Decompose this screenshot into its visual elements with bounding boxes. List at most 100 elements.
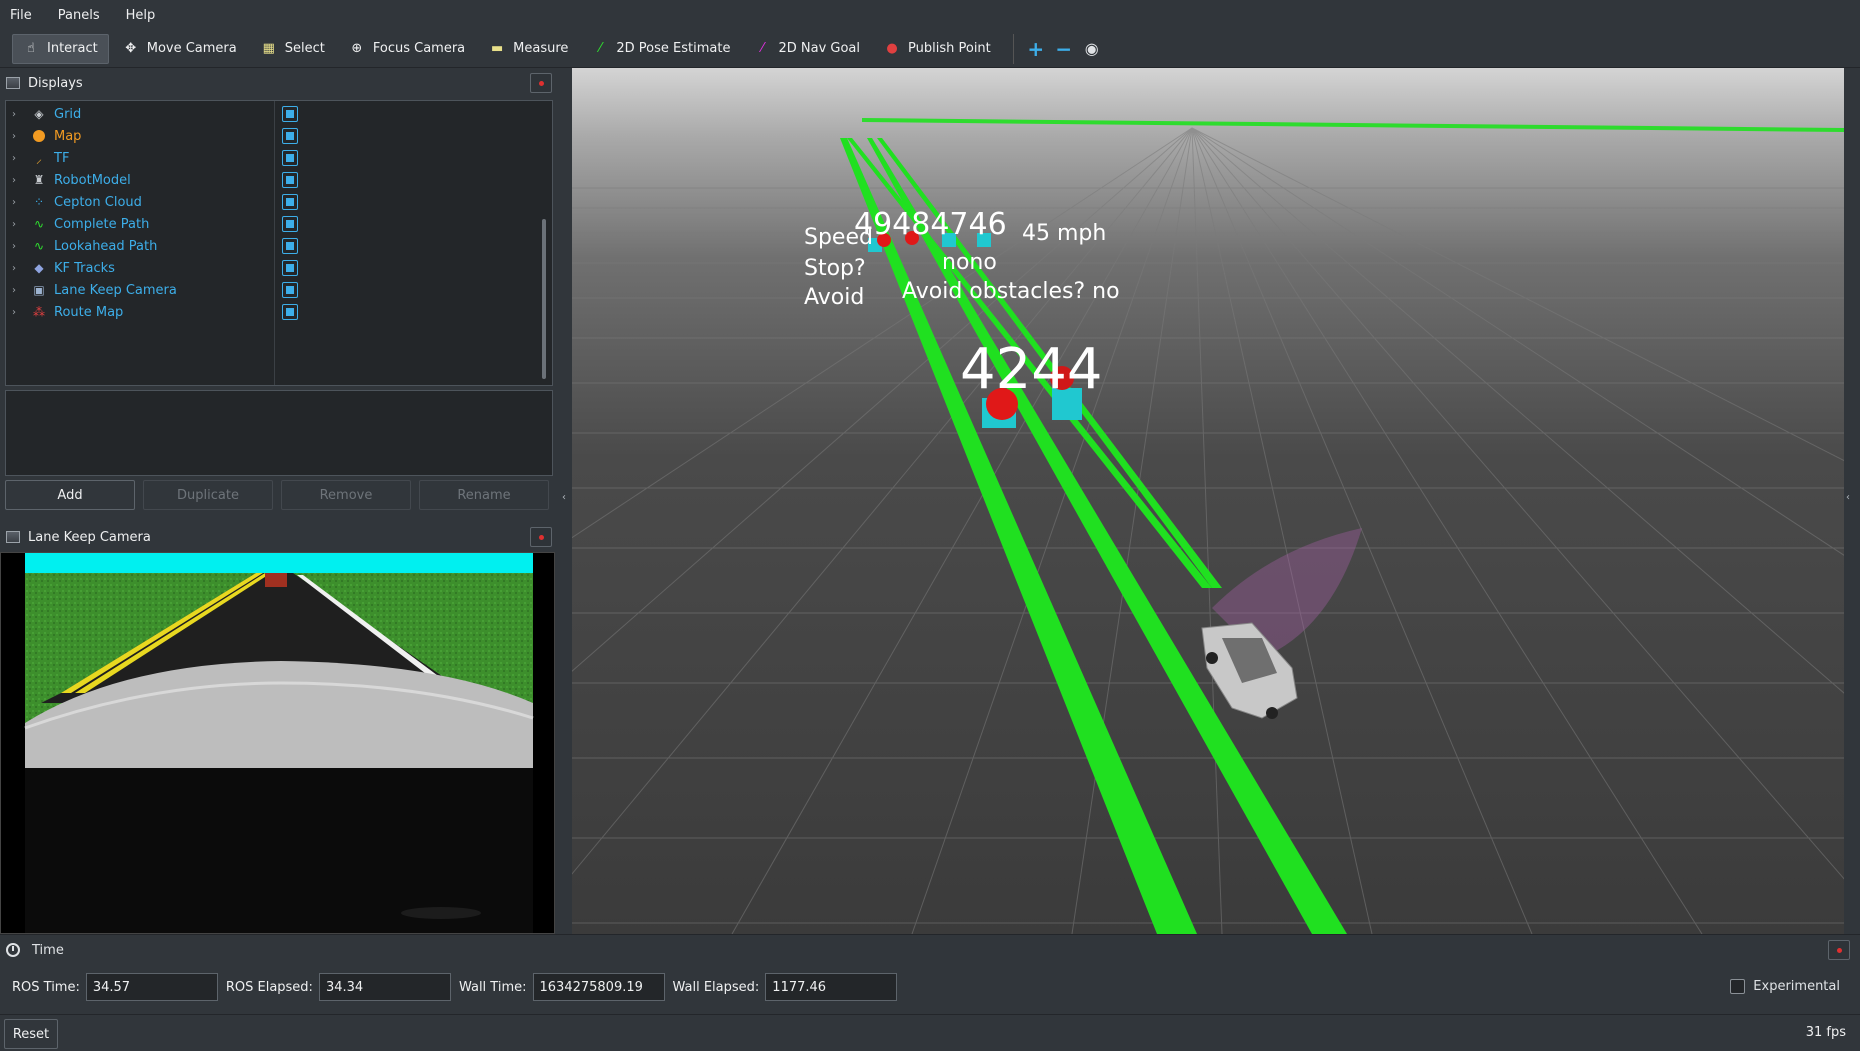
display-label: RobotModel <box>54 172 131 188</box>
reset-button[interactable]: Reset <box>4 1019 58 1049</box>
crosshair-icon: ⊕ <box>351 40 363 56</box>
remove-button[interactable]: Remove <box>281 480 411 510</box>
wall-elapsed-field[interactable]: 1177.46 <box>765 973 898 1001</box>
pose-estimate-tool[interactable]: ⁄ 2D Pose Estimate <box>582 34 740 64</box>
display-label: Grid <box>54 106 82 122</box>
display-checkbox[interactable] <box>282 128 298 144</box>
plus-icon[interactable]: + <box>1022 35 1050 63</box>
menu-file[interactable]: File <box>10 8 32 23</box>
magenta-arrow-icon: ⁄ <box>761 40 764 56</box>
avoid-value: Avoid obstacles? no <box>902 279 1120 304</box>
focus-camera-tool[interactable]: ⊕ Focus Camera <box>339 34 475 64</box>
display-checkbox[interactable] <box>282 150 298 166</box>
ros-time-label: ROS Time: <box>12 979 80 995</box>
expand-arrow-icon[interactable]: › <box>12 263 22 274</box>
viewport-render: 4244 49484746 Speed 45 mph Stop? nono Av… <box>572 68 1844 934</box>
publish-point-label: Publish Point <box>908 41 991 56</box>
display-label: Lookahead Path <box>54 238 158 254</box>
grid-icon: ◈ <box>34 107 44 121</box>
wall-elapsed-label: Wall Elapsed: <box>672 979 760 995</box>
display-checkbox[interactable] <box>282 194 298 210</box>
experimental-label: Experimental <box>1753 979 1840 994</box>
eye-icon[interactable]: ◉ <box>1078 35 1106 63</box>
left-dock: Displays › ◈ Grid › Map › ⸝ TF › ♜ Robot… <box>0 68 560 934</box>
measure-tool[interactable]: ▬ Measure <box>479 34 578 64</box>
expand-arrow-icon[interactable]: › <box>12 307 22 318</box>
camera-close-button[interactable] <box>530 527 552 547</box>
expand-arrow-icon[interactable]: › <box>12 241 22 252</box>
display-checkbox[interactable] <box>282 260 298 276</box>
track-id-far: 49484746 <box>854 207 1007 242</box>
green-arrow-icon: ⁄ <box>599 40 602 56</box>
display-checkbox[interactable] <box>282 216 298 232</box>
display-item-route-map[interactable]: › ⁂ Route Map <box>6 299 536 325</box>
stop-value: nono <box>942 250 997 275</box>
display-checkbox[interactable] <box>282 106 298 122</box>
interact-label: Interact <box>47 41 98 56</box>
time-panel: Time ROS Time: 34.57 ROS Elapsed: 34.34 … <box>0 934 1860 1014</box>
menu-help[interactable]: Help <box>126 8 156 23</box>
select-icon: ▦ <box>262 40 275 56</box>
expand-arrow-icon[interactable]: › <box>12 197 22 208</box>
hand-icon: ☝ <box>27 40 35 56</box>
move-camera-label: Move Camera <box>146 41 237 56</box>
time-close-button[interactable] <box>1828 940 1850 960</box>
expand-arrow-icon[interactable]: › <box>12 109 22 120</box>
camera-panel-title-text: Lane Keep Camera <box>28 529 151 545</box>
nav-goal-tool[interactable]: ⁄ 2D Nav Goal <box>744 34 870 64</box>
right-splitter[interactable]: ‹ <box>1844 68 1860 934</box>
rename-button[interactable]: Rename <box>419 480 549 510</box>
experimental-checkbox[interactable] <box>1730 979 1746 994</box>
menu-bar: File Panels Help <box>0 0 1860 30</box>
ros-elapsed-field[interactable]: 34.34 <box>318 973 451 1001</box>
image-icon: ▣ <box>33 283 45 297</box>
display-checkbox[interactable] <box>282 238 298 254</box>
path-icon: ∿ <box>33 239 45 253</box>
status-bar: Reset 31 fps <box>0 1014 1860 1051</box>
expand-arrow-icon[interactable]: › <box>12 153 22 164</box>
toolbar: ☝ Interact ✥ Move Camera ▦ Select ⊕ Focu… <box>0 30 1860 68</box>
time-fields: ROS Time: 34.57 ROS Elapsed: 34.34 Wall … <box>12 973 905 1001</box>
display-checkbox[interactable] <box>282 304 298 320</box>
left-splitter[interactable]: ‹ <box>560 68 572 934</box>
add-button[interactable]: Add <box>5 480 135 510</box>
minus-icon[interactable]: − <box>1050 35 1078 63</box>
time-title: Time <box>32 942 64 958</box>
select-tool[interactable]: ▦ Select <box>251 34 335 64</box>
select-label: Select <box>284 41 325 56</box>
speed-label: Speed <box>804 225 873 250</box>
3d-viewport[interactable]: 4244 49484746 Speed 45 mph Stop? nono Av… <box>572 68 1844 934</box>
camera-panel-icon <box>6 531 20 543</box>
fps-readout: 31 fps <box>1805 1025 1846 1040</box>
experimental-toggle[interactable]: Experimental <box>1730 979 1840 994</box>
expand-arrow-icon[interactable]: › <box>12 175 22 186</box>
displays-title: Displays <box>28 75 83 91</box>
ros-elapsed-label: ROS Elapsed: <box>225 979 313 995</box>
expand-arrow-icon[interactable]: › <box>12 131 22 142</box>
ros-time-field[interactable]: 34.57 <box>85 973 218 1001</box>
publish-point-tool[interactable]: ● Publish Point <box>874 34 1001 64</box>
speed-value: 45 mph <box>1022 221 1106 246</box>
track-id-near: 4244 <box>960 337 1103 402</box>
menu-panels[interactable]: Panels <box>58 8 100 23</box>
measure-label: Measure <box>513 41 569 56</box>
ruler-icon: ▬ <box>490 40 504 56</box>
expand-arrow-icon[interactable]: › <box>12 285 22 296</box>
display-buttons: Add Duplicate Remove Rename <box>5 480 555 512</box>
display-label: Lane Keep Camera <box>54 282 177 298</box>
warning-icon <box>30 128 48 144</box>
move-camera-tool[interactable]: ✥ Move Camera <box>113 34 247 64</box>
display-label: TF <box>54 150 70 166</box>
expand-arrow-icon[interactable]: › <box>12 219 22 230</box>
displays-close-button[interactable] <box>530 73 552 93</box>
interact-tool[interactable]: ☝ Interact <box>12 33 109 64</box>
display-checkbox[interactable] <box>282 172 298 188</box>
wall-time-field[interactable]: 1634275809.19 <box>532 973 665 1001</box>
display-checkbox[interactable] <box>282 282 298 298</box>
display-label: Complete Path <box>54 216 150 232</box>
duplicate-button[interactable]: Duplicate <box>143 480 273 510</box>
tree-scrollbar[interactable] <box>542 219 546 379</box>
tf-icon: ⸝ <box>35 151 42 166</box>
display-description-box <box>5 390 553 476</box>
marker-icon: ◆ <box>34 261 44 275</box>
